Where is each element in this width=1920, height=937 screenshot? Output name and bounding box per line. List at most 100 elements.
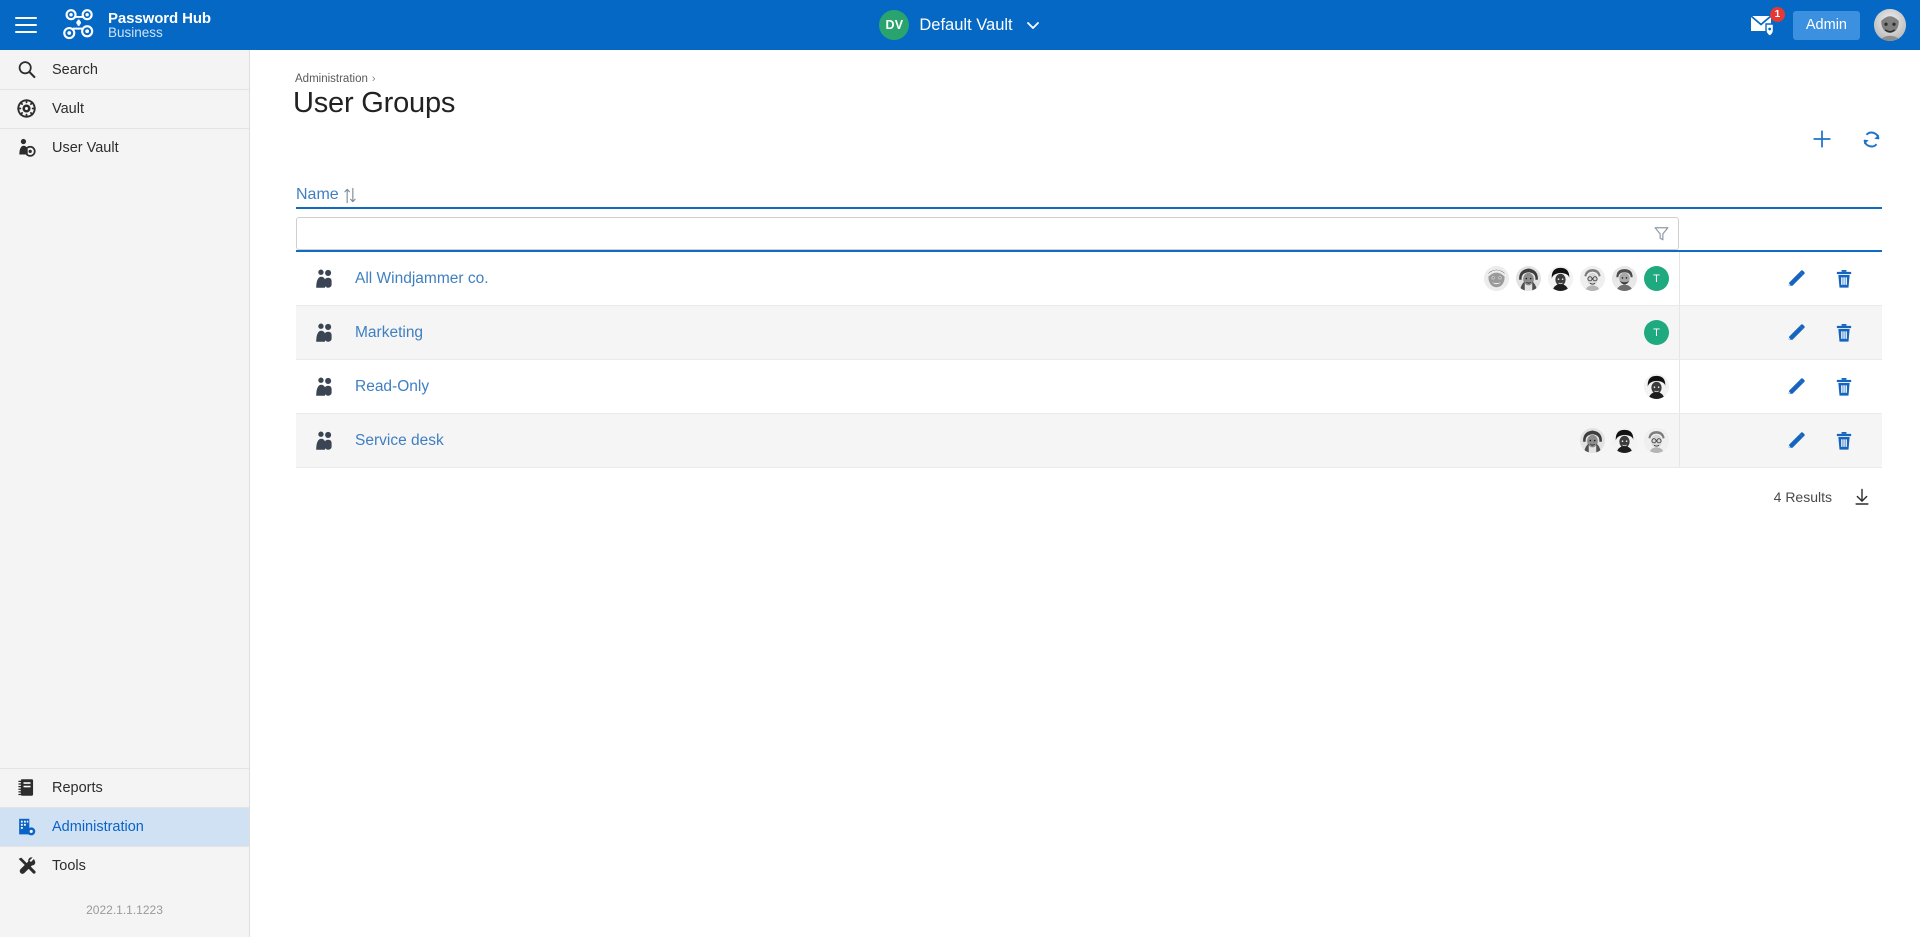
messages-count-badge: 1 [1770,7,1785,22]
results-count-label: 4 Results [1774,489,1832,505]
sidebar-item-tools[interactable]: Tools [0,846,249,885]
user-vault-icon [14,136,38,160]
pencil-icon [1786,377,1806,397]
member-avatar[interactable] [1644,374,1669,399]
column-header-label: Name [296,186,339,204]
row-actions [1679,360,1882,413]
breadcrumb[interactable]: Administration › [295,73,376,85]
vault-icon [14,97,38,121]
vault-selector[interactable]: DV Default Vault [830,0,1090,50]
table-row[interactable]: All Windjammer co. [296,252,1882,306]
row-main-cell: Marketing T [296,306,1679,359]
sidebar-item-user-vault[interactable]: User Vault [0,128,249,167]
row-actions [1679,414,1882,467]
edit-button[interactable] [1786,431,1806,451]
filter-button[interactable] [1644,218,1678,249]
trash-icon [1834,377,1854,397]
pencil-icon [1786,269,1806,289]
sidebar-spacer [0,167,249,768]
row-actions [1679,306,1882,359]
plus-icon [1811,128,1833,150]
row-main-cell: Service desk [296,414,1679,467]
sidebar-label: Administration [52,819,144,835]
avatar-photo [1516,266,1541,291]
edit-button[interactable] [1786,377,1806,397]
group-name-link[interactable]: Read-Only [355,378,429,396]
group-members: T [1644,306,1669,359]
delete-button[interactable] [1834,323,1854,343]
hamburger-line [15,24,37,26]
filter-input-container [296,217,1679,250]
sidebar-label: Reports [52,780,103,796]
row-main-cell: All Windjammer co. [296,252,1679,305]
add-group-button[interactable] [1811,128,1833,150]
group-name-link[interactable]: Marketing [355,324,423,342]
member-avatar[interactable] [1548,266,1573,291]
refresh-button[interactable] [1861,129,1882,150]
user-avatar[interactable] [1874,9,1906,41]
pencil-icon [1786,431,1806,451]
sidebar-label: Search [52,62,98,78]
member-avatar[interactable] [1516,266,1541,291]
main-content: Administration › User Groups Name [251,50,1920,937]
page-toolbar [1811,128,1882,150]
reports-icon [14,776,38,800]
hamburger-menu-icon[interactable] [0,0,52,50]
download-icon [1852,487,1872,507]
column-header-name[interactable]: Name [296,186,357,204]
funnel-icon [1653,225,1670,242]
breadcrumb-item-administration[interactable]: Administration [295,73,368,85]
avatar-photo [1874,9,1906,41]
group-members [1644,360,1669,413]
vault-initials-badge: DV [879,10,909,40]
sidebar-item-reports[interactable]: Reports [0,768,249,807]
table-row[interactable]: Marketing T [296,306,1882,360]
user-group-icon [314,322,336,344]
table-row[interactable]: Read-Only [296,360,1882,414]
member-avatar[interactable] [1580,428,1605,453]
filter-input[interactable] [297,218,1644,249]
delete-button[interactable] [1834,377,1854,397]
brand-logo-area[interactable]: Password Hub Business [62,8,211,42]
member-avatar[interactable] [1484,266,1509,291]
avatar-photo [1580,266,1605,291]
row-actions [1679,252,1882,305]
header-right-controls: 1 Admin [1749,0,1906,50]
sidebar-item-vault[interactable]: Vault [0,89,249,128]
member-avatar-initial[interactable]: T [1644,320,1669,345]
tools-icon [14,854,38,878]
user-group-icon [314,268,336,290]
hamburger-line [15,17,37,19]
table-row[interactable]: Service desk [296,414,1882,468]
table-body: All Windjammer co. [296,250,1882,468]
admin-button[interactable]: Admin [1793,11,1860,40]
member-avatar[interactable] [1612,428,1637,453]
table-column-header-row: Name [296,180,1882,209]
sidebar-item-search[interactable]: Search [0,50,249,89]
row-main-cell: Read-Only [296,360,1679,413]
left-sidebar: Search Vault [0,50,250,937]
results-footer: 4 Results [296,487,1882,507]
sidebar-label: Tools [52,858,86,874]
member-avatar[interactable] [1644,428,1669,453]
delete-button[interactable] [1834,269,1854,289]
member-avatar-initial[interactable]: T [1644,266,1669,291]
export-download-button[interactable] [1852,487,1872,507]
group-members: T [1484,252,1669,305]
group-name-link[interactable]: All Windjammer co. [355,270,489,288]
search-icon [14,58,38,82]
trash-icon [1834,323,1854,343]
edit-button[interactable] [1786,323,1806,343]
brand-subtitle: Business [108,26,211,40]
delete-button[interactable] [1834,431,1854,451]
group-name-link[interactable]: Service desk [355,432,444,450]
member-avatar[interactable] [1580,266,1605,291]
group-members [1580,414,1669,467]
edit-button[interactable] [1786,269,1806,289]
messages-button[interactable]: 1 [1749,12,1779,38]
sidebar-item-administration[interactable]: Administration [0,807,249,846]
member-avatar[interactable] [1612,266,1637,291]
refresh-icon [1861,129,1882,150]
pencil-icon [1786,323,1806,343]
sidebar-label: Vault [52,101,84,117]
